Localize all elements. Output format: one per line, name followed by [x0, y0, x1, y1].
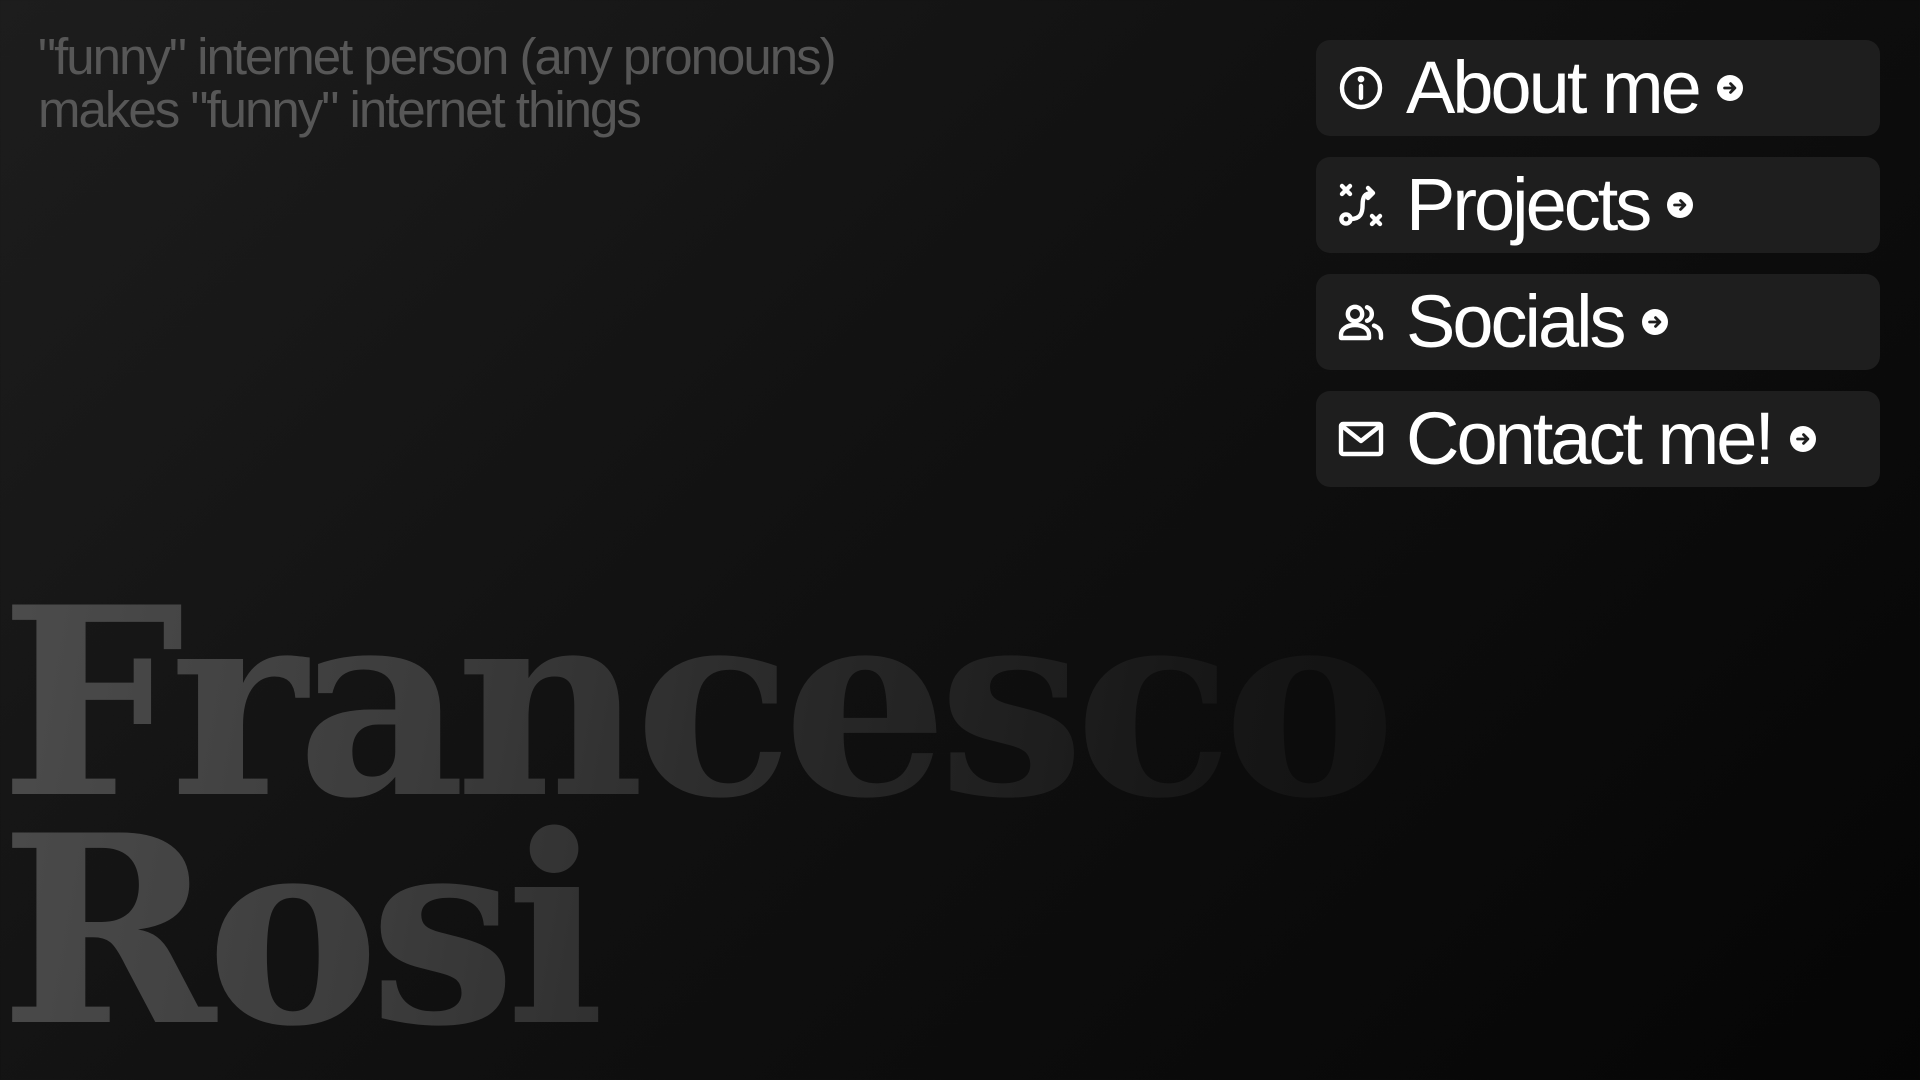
arrow-right-icon: [1716, 75, 1743, 101]
arrow-right-icon: [1789, 426, 1816, 452]
nav-item-socials[interactable]: Socials: [1316, 274, 1880, 370]
tagline: "funny" internet person (any pronouns) m…: [38, 28, 837, 138]
route-icon: [1336, 180, 1386, 230]
arrow-right-icon: [1641, 309, 1668, 335]
nav-label-about: About me: [1406, 46, 1702, 129]
nav-item-about[interactable]: About me: [1316, 40, 1880, 136]
nav-item-projects[interactable]: Projects: [1316, 157, 1880, 253]
users-icon: [1336, 297, 1386, 347]
nav-label-socials: Socials: [1406, 280, 1627, 363]
tagline-line-2: makes "funny" internet things: [38, 81, 642, 138]
nav-label-contact: Contact me!: [1406, 397, 1775, 480]
nav-label-projects: Projects: [1406, 163, 1652, 246]
info-icon: [1336, 63, 1386, 113]
nav-item-contact[interactable]: Contact me!: [1316, 391, 1880, 487]
tagline-line-1: "funny" internet person (any pronouns): [38, 28, 837, 85]
hero-name: Francesco Rosi: [0, 590, 1386, 1046]
arrow-right-icon: [1667, 192, 1694, 218]
mail-icon: [1336, 414, 1386, 464]
main-nav: About me Projects Socials Contact me!: [1316, 40, 1880, 487]
